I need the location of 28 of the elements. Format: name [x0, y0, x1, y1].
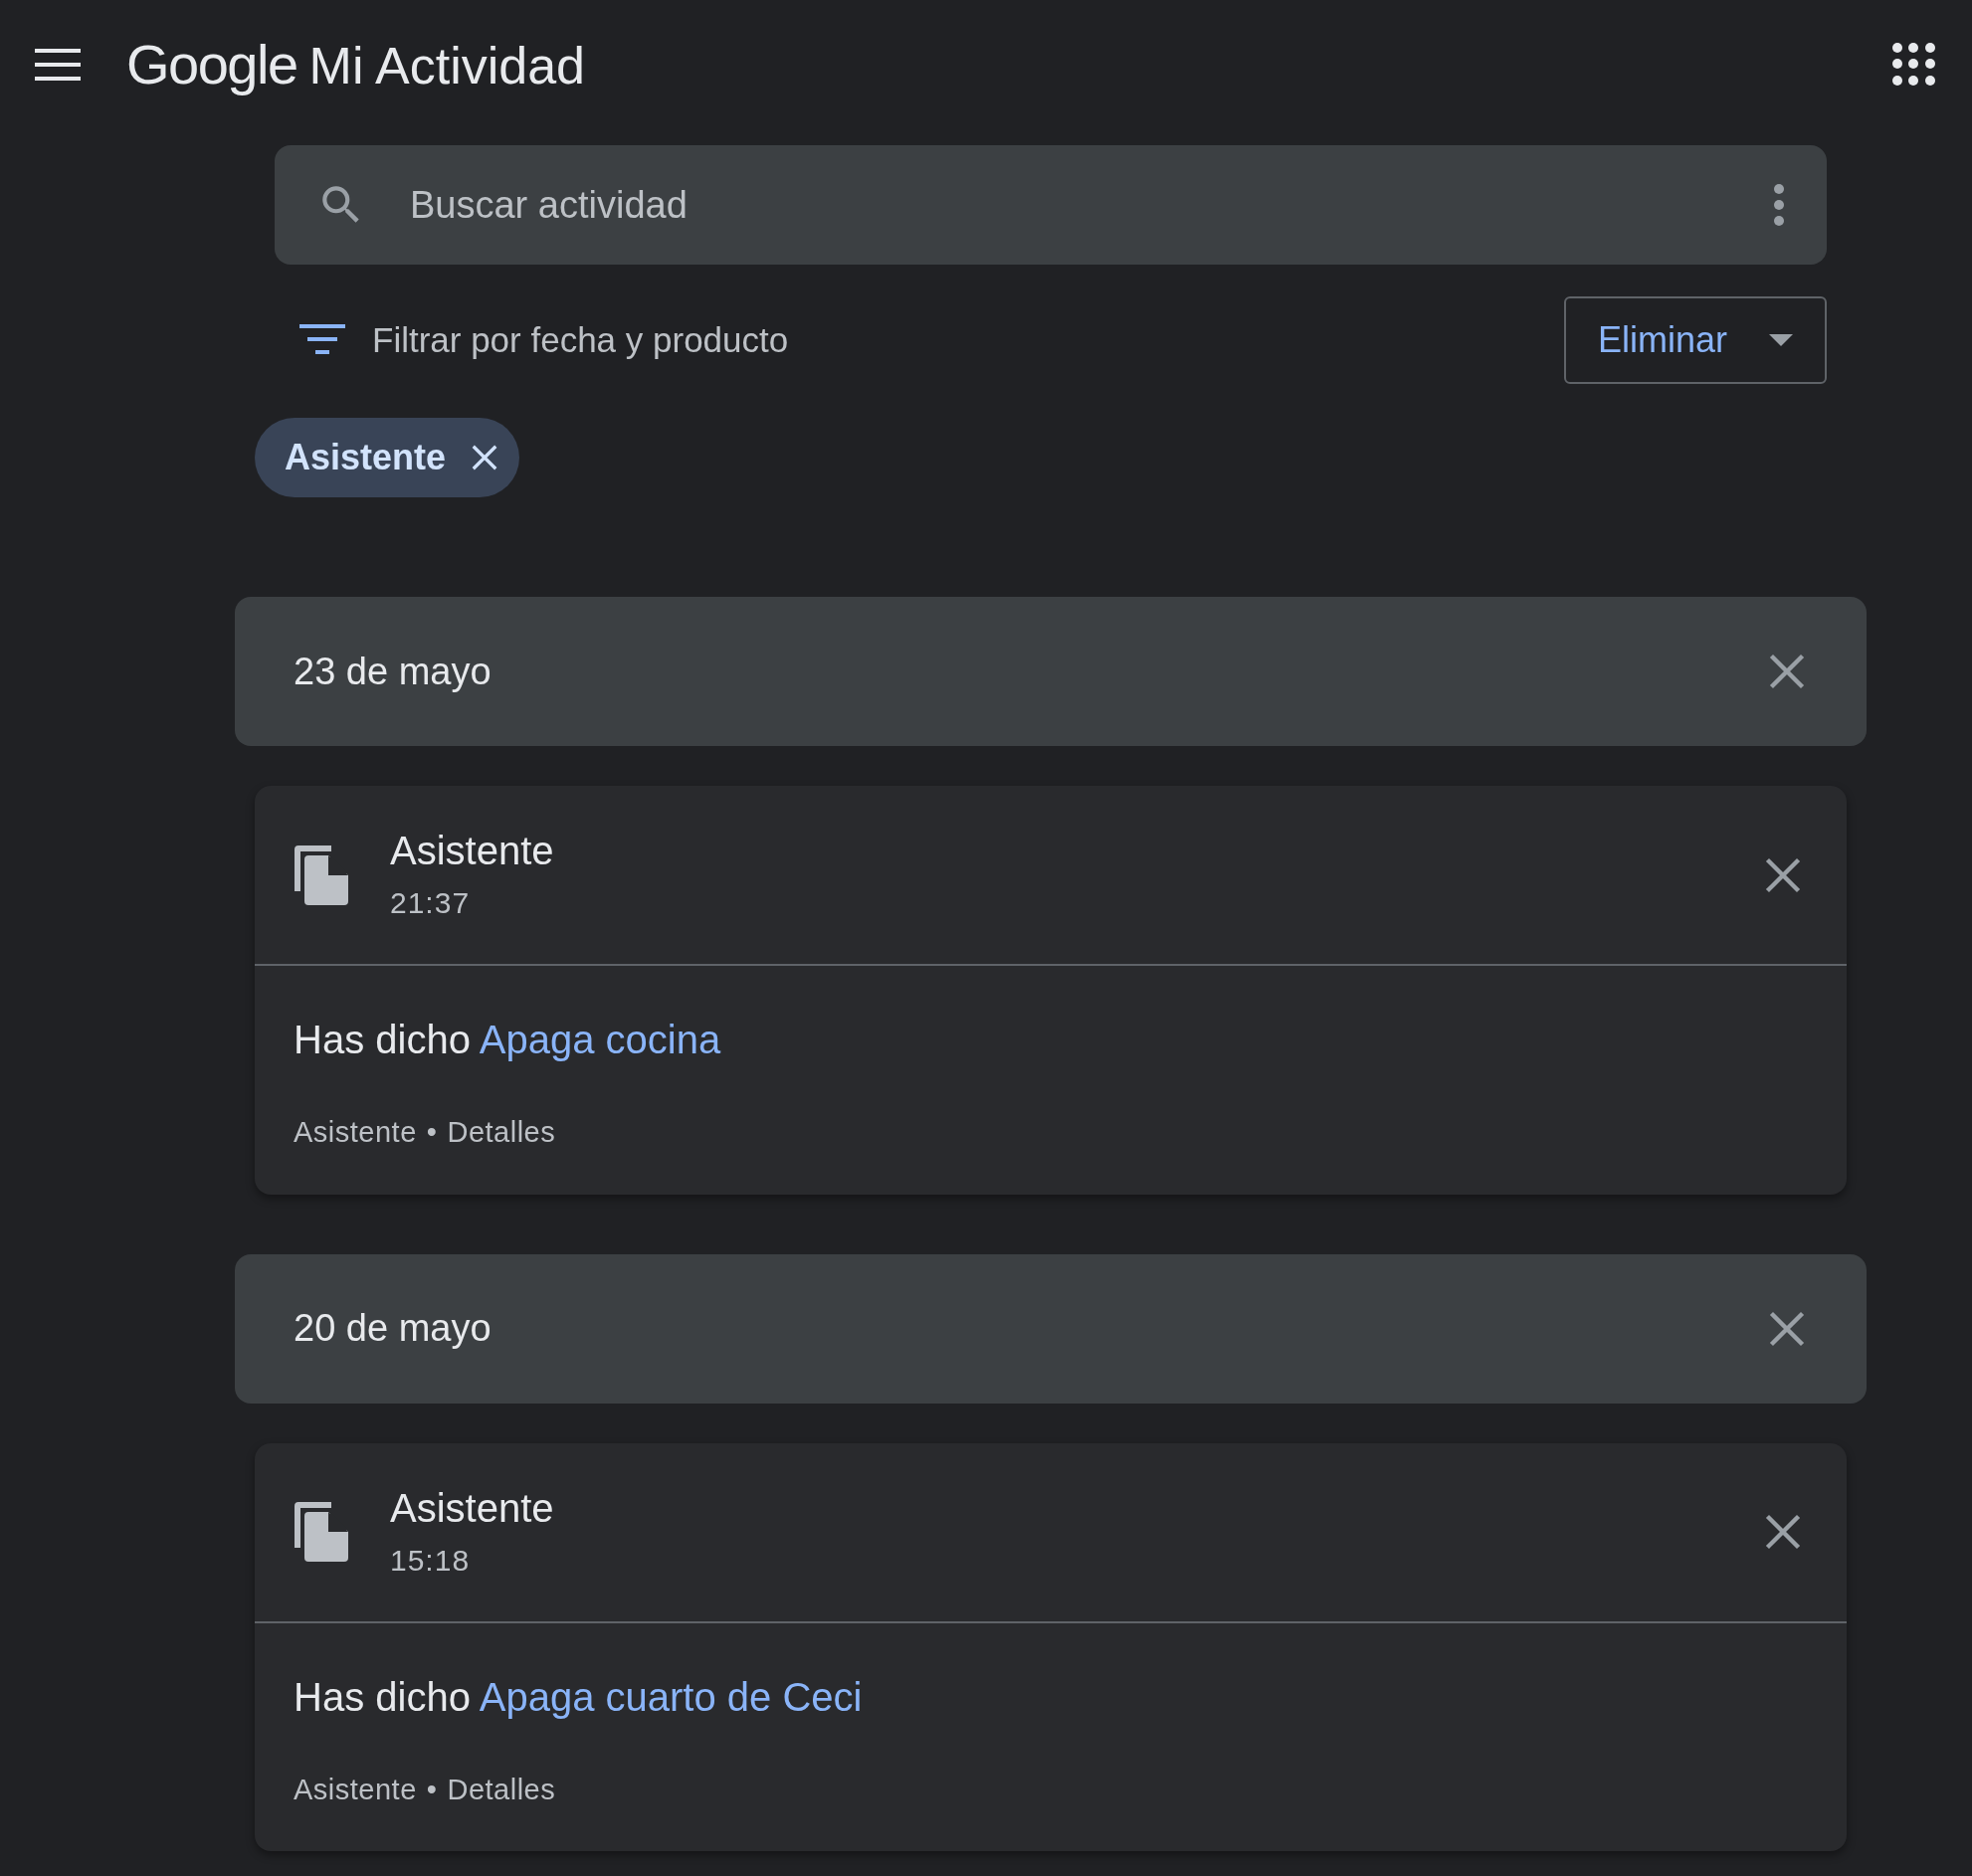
- google-logo: Google: [126, 32, 297, 97]
- activity-time: 21:37: [390, 885, 472, 921]
- app-title: Mi Actividad: [308, 36, 586, 96]
- activity-time: 15:18: [390, 1542, 472, 1579]
- documents-icon: [295, 1502, 348, 1562]
- product-title: Asistente: [390, 1484, 554, 1532]
- details-link[interactable]: Detalles: [447, 1768, 556, 1811]
- product-label: Asistente: [294, 1772, 417, 1807]
- product-label: Asistente: [294, 1115, 417, 1150]
- apps-button[interactable]: [1892, 43, 1936, 87]
- documents-icon: [295, 844, 348, 905]
- query-link[interactable]: Apaga cuarto de Ceci: [479, 1674, 863, 1719]
- filter-button[interactable]: Filtrar por fecha y producto: [298, 313, 789, 367]
- query-text: Has dicho Apaga cuarto de Ceci: [294, 1673, 864, 1721]
- search-field[interactable]: Buscar actividad: [410, 176, 1773, 234]
- product-title: Asistente: [390, 828, 554, 874]
- date-label: 23 de mayo: [294, 649, 492, 694]
- separator-dot: •: [426, 1115, 438, 1150]
- more-icon[interactable]: [1773, 183, 1785, 227]
- query-link[interactable]: Apaga cocina: [479, 1018, 721, 1061]
- date-label: 20 de mayo: [294, 1306, 492, 1351]
- separator-dot: •: [426, 1772, 438, 1807]
- details-link[interactable]: Detalles: [447, 1111, 556, 1155]
- query-text: Has dicho Apaga cocina: [294, 1017, 722, 1063]
- caret-icon: [1769, 334, 1793, 346]
- filter-chip[interactable]: Asistente: [255, 418, 520, 497]
- search-bar[interactable]: Buscar actividad: [275, 145, 1827, 265]
- delete-button[interactable]: Eliminar: [1564, 296, 1827, 384]
